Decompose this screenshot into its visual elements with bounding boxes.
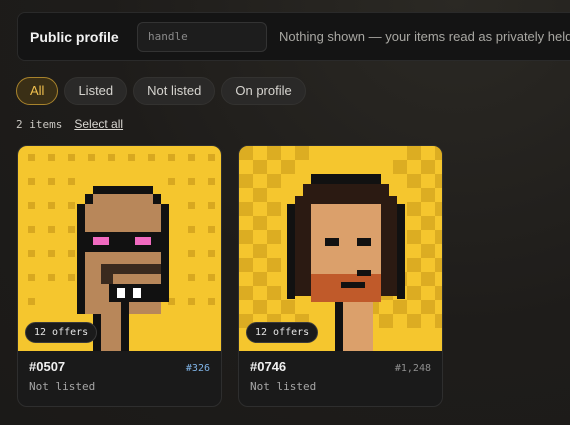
privacy-hint: Nothing shown — your items read as priva… xyxy=(279,29,570,44)
item-status: Not listed xyxy=(29,380,96,393)
filter-not-listed[interactable]: Not listed xyxy=(133,77,216,105)
item-title: #0507 xyxy=(29,359,66,374)
filter-tabs: All Listed Not listed On profile xyxy=(16,77,306,105)
item-artwork: 12 offers xyxy=(239,146,442,351)
handle-input[interactable] xyxy=(137,21,267,52)
item-info: #0746 #1,248 Not listed xyxy=(239,351,442,393)
item-status: Not listed xyxy=(250,380,317,393)
selection-bar: 2 items Select all xyxy=(16,117,123,131)
item-rank: #326 xyxy=(185,363,210,374)
item-count: 2 items xyxy=(16,117,63,131)
filter-on-profile[interactable]: On profile xyxy=(221,77,306,105)
public-profile-label: Public profile xyxy=(30,28,119,45)
item-artwork: 12 offers xyxy=(18,146,221,351)
item-info: #0507 #326 Not listed xyxy=(18,351,221,393)
item-card-0507[interactable]: 12 offers #0507 #326 Not listed xyxy=(17,145,222,407)
filter-all[interactable]: All xyxy=(16,77,59,105)
select-all-link[interactable]: Select all xyxy=(74,117,123,131)
public-profile-bar: Public profile Nothing shown — your item… xyxy=(17,12,570,61)
item-card-0746[interactable]: 12 offers #0746 #1,248 Not listed xyxy=(238,145,443,407)
pixel-portrait-image xyxy=(18,146,221,351)
offers-badge: 12 offers xyxy=(246,322,319,343)
offers-badge: 12 offers xyxy=(25,322,98,343)
item-rank: #1,248 xyxy=(394,363,431,374)
filter-listed[interactable]: Listed xyxy=(64,77,128,105)
pixel-portrait-image xyxy=(239,146,442,351)
